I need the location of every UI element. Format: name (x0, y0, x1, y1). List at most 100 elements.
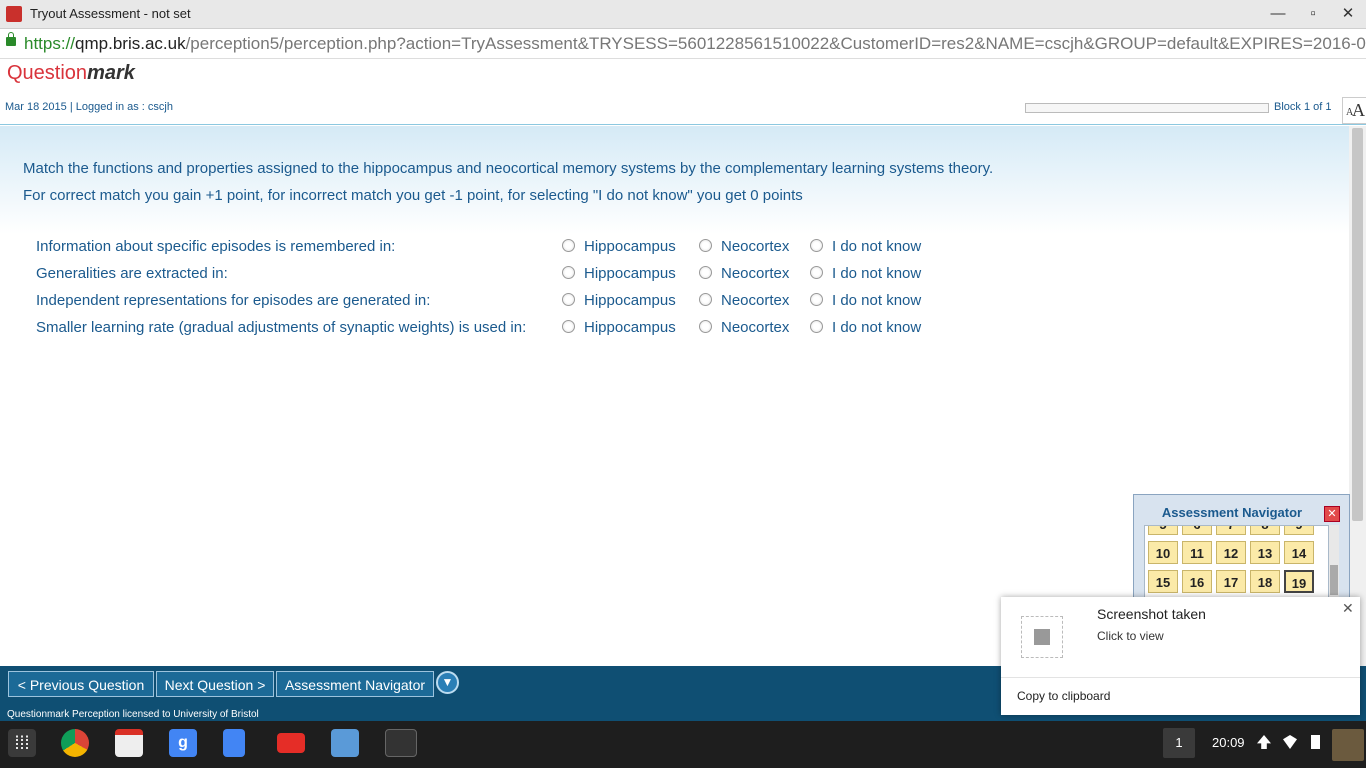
next-question-button[interactable]: Next Question > (156, 671, 274, 697)
session-info: Mar 18 2015 | Logged in as : cscjh (5, 101, 173, 113)
url-text[interactable]: https://qmp.bris.ac.uk/perception5/perce… (24, 34, 1366, 54)
address-bar[interactable]: https://qmp.bris.ac.uk/perception5/perce… (0, 29, 1366, 59)
lock-icon (6, 32, 16, 46)
question-cell[interactable]: 15 (1148, 570, 1178, 593)
radio-button[interactable] (699, 239, 712, 252)
option-do-not-know[interactable]: I do not know (810, 292, 921, 309)
previous-question-button[interactable]: < Previous Question (8, 671, 154, 697)
radio-button[interactable] (699, 320, 712, 333)
option-neocortex[interactable]: Neocortex (699, 292, 789, 309)
question-cell[interactable]: 9 (1284, 526, 1314, 535)
radio-button[interactable] (810, 320, 823, 333)
help-icon[interactable]: ▼ (436, 671, 459, 694)
maximize-button[interactable]: ▫ (1298, 3, 1328, 25)
navigator-scroll-thumb[interactable] (1330, 565, 1338, 595)
radio-button[interactable] (562, 239, 575, 252)
radio-button[interactable] (562, 266, 575, 279)
option-neocortex[interactable]: Neocortex (699, 319, 789, 336)
question-cell[interactable]: 14 (1284, 541, 1314, 564)
minimize-button[interactable]: — (1263, 3, 1293, 25)
battery-icon (1311, 735, 1320, 749)
scrollbar-thumb[interactable] (1352, 128, 1363, 521)
progress-bar (1025, 103, 1269, 113)
option-hippocampus[interactable]: Hippocampus (562, 238, 676, 255)
assessment-navigator-button[interactable]: Assessment Navigator (276, 671, 434, 697)
workspace-indicator[interactable]: 1 (1163, 728, 1195, 758)
radio-button[interactable] (562, 293, 575, 306)
large-a-icon: A (1352, 100, 1365, 120)
question-cell[interactable]: 18 (1250, 570, 1280, 593)
row-label: Information about specific episodes is r… (36, 238, 396, 255)
question-cell[interactable]: 5 (1148, 526, 1178, 535)
radio-button[interactable] (562, 320, 575, 333)
font-size-button[interactable]: AA (1342, 97, 1366, 124)
files-icon[interactable] (331, 729, 359, 757)
option-neocortex[interactable]: Neocortex (699, 238, 789, 255)
logo-part2: mark (87, 62, 135, 84)
question-cell[interactable]: 12 (1216, 541, 1246, 564)
radio-button[interactable] (810, 239, 823, 252)
option-do-not-know[interactable]: I do not know (810, 319, 921, 336)
match-row: Independent representations for episodes… (36, 288, 936, 315)
terminal-window-icon[interactable] (385, 729, 417, 757)
question-banner: Match the functions and properties assig… (0, 126, 1349, 234)
info-bar: Mar 18 2015 | Logged in as : cscjh Block… (0, 92, 1366, 125)
question-cell[interactable]: 7 (1216, 526, 1246, 535)
url-host: qmp.bris.ac.uk (75, 34, 186, 53)
notification-divider (1001, 677, 1360, 678)
question-cell-current[interactable]: 19 (1284, 570, 1314, 593)
option-do-not-know[interactable]: I do not know (810, 238, 921, 255)
system-clock[interactable]: 20:09 (1212, 735, 1245, 750)
question-cell[interactable]: 13 (1250, 541, 1280, 564)
page-scrollbar[interactable] (1349, 126, 1366, 666)
navigator-title: Assessment Navigator (1161, 505, 1303, 520)
logo-part1: Question (7, 62, 88, 84)
assessment-navigator-panel: Assessment Navigator ✕ 5 6 7 8 9 10 11 1… (1133, 494, 1350, 606)
radio-button[interactable] (699, 266, 712, 279)
user-avatar[interactable] (1332, 729, 1364, 761)
question-line-1: Match the functions and properties assig… (23, 160, 994, 177)
question-cell[interactable]: 6 (1182, 526, 1212, 535)
gmail-icon[interactable] (115, 729, 143, 757)
screenshot-notification[interactable]: Screenshot taken Click to view ✕ Copy to… (1001, 597, 1360, 715)
radio-button[interactable] (810, 266, 823, 279)
question-grid: 5 6 7 8 9 10 11 12 13 14 15 16 17 18 19 (1144, 525, 1329, 605)
google-docs-icon[interactable] (223, 729, 245, 757)
window-titlebar: Tryout Assessment - not set — ▫ ✕ (0, 0, 1366, 29)
wifi-icon (1283, 735, 1297, 749)
questionmark-logo: Questionmark (7, 62, 135, 85)
url-scheme: https:// (24, 34, 76, 53)
upload-icon (1257, 735, 1271, 749)
option-neocortex[interactable]: Neocortex (699, 265, 789, 282)
option-hippocampus[interactable]: Hippocampus (562, 265, 676, 282)
app-launcher-icon[interactable]: ⁞⁞⁞ (8, 729, 36, 757)
youtube-icon[interactable] (277, 733, 305, 753)
question-cell[interactable]: 17 (1216, 570, 1246, 593)
option-do-not-know[interactable]: I do not know (810, 265, 921, 282)
site-header: Questionmark (0, 59, 1366, 91)
radio-button[interactable] (699, 293, 712, 306)
radio-button[interactable] (810, 293, 823, 306)
question-cell[interactable]: 10 (1148, 541, 1178, 564)
close-window-button[interactable]: ✕ (1333, 3, 1363, 25)
question-cell[interactable]: 16 (1182, 570, 1212, 593)
option-hippocampus[interactable]: Hippocampus (562, 292, 676, 309)
question-cell[interactable]: 11 (1182, 541, 1212, 564)
question-cell[interactable]: 8 (1250, 526, 1280, 535)
match-row: Smaller learning rate (gradual adjustmen… (36, 315, 936, 342)
google-search-icon[interactable]: g (169, 729, 197, 757)
match-row: Information about specific episodes is r… (36, 234, 936, 261)
row-label: Independent representations for episodes… (36, 292, 431, 309)
copy-to-clipboard-button[interactable]: Copy to clipboard (1017, 689, 1110, 703)
row-label: Generalities are extracted in: (36, 265, 228, 282)
option-hippocampus[interactable]: Hippocampus (562, 319, 676, 336)
chrome-icon[interactable] (61, 729, 89, 757)
navigator-scrollbar[interactable] (1329, 525, 1339, 605)
row-label: Smaller learning rate (gradual adjustmen… (36, 319, 527, 336)
notification-close-icon[interactable]: ✕ (1342, 600, 1354, 617)
navigator-close-icon[interactable]: ✕ (1324, 506, 1340, 522)
notification-subtitle[interactable]: Click to view (1097, 629, 1164, 643)
url-path: /perception5/perception.php?action=TryAs… (185, 34, 1366, 53)
date-text: Mar 18 2015 (5, 101, 67, 113)
info-separator: | (66, 101, 76, 113)
